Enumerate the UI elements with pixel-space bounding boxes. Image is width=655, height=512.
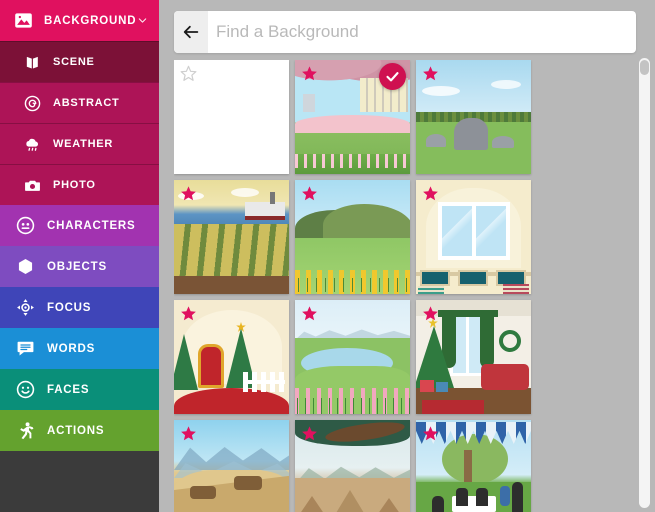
- star-icon[interactable]: [422, 425, 439, 442]
- sidebar-item-label: OBJECTS: [47, 260, 107, 273]
- background-tile-desert-dunes[interactable]: [174, 420, 289, 512]
- sidebar-item-label: ACTIONS: [47, 424, 105, 437]
- star-icon[interactable]: [422, 65, 439, 82]
- hexagon-icon: [18, 259, 33, 274]
- grid-scrollbar-track[interactable]: [639, 58, 650, 508]
- camera-icon: [25, 180, 40, 191]
- selected-check-badge: [379, 63, 406, 90]
- star-icon[interactable]: [301, 65, 318, 82]
- speech-bubble-icon: [17, 341, 34, 356]
- star-icon[interactable]: [180, 305, 197, 322]
- back-button[interactable]: [174, 11, 208, 53]
- sidebar-item-faces[interactable]: FACES: [0, 369, 159, 410]
- sidebar-item-scene[interactable]: SCENE: [0, 41, 159, 82]
- background-tile-blossom-city[interactable]: [295, 60, 410, 174]
- search-input[interactable]: [208, 11, 636, 53]
- grid-scrollbar-thumb[interactable]: [640, 60, 649, 75]
- background-grid: [174, 60, 648, 512]
- map-icon: [26, 56, 38, 69]
- sidebar-item-label: WORDS: [47, 342, 96, 355]
- star-icon[interactable]: [422, 185, 439, 202]
- star-icon[interactable]: [301, 305, 318, 322]
- background-tile-hills-yellow[interactable]: [295, 180, 410, 294]
- back-arrow-icon: [183, 25, 199, 39]
- star-icon[interactable]: [301, 425, 318, 442]
- background-picker-app: BACKGROUND SCENE ABSTRACT WEATHER PHOTO …: [0, 0, 655, 512]
- star-icon[interactable]: [180, 65, 197, 82]
- sidebar-item-weather[interactable]: WEATHER: [0, 123, 159, 164]
- sidebar-item-words[interactable]: WORDS: [0, 328, 159, 369]
- sidebar-item-label: PHOTO: [53, 179, 96, 191]
- chevron-down-icon[interactable]: [137, 15, 148, 26]
- sidebar: BACKGROUND SCENE ABSTRACT WEATHER PHOTO …: [0, 0, 159, 512]
- sidebar-item-label: SCENE: [53, 56, 95, 68]
- sidebar-item-actions[interactable]: ACTIONS: [0, 410, 159, 451]
- background-tile-riverboat-field[interactable]: [174, 180, 289, 294]
- sidebar-item-objects[interactable]: OBJECTS: [0, 246, 159, 287]
- check-icon: [386, 72, 399, 82]
- rain-cloud-icon: [26, 138, 39, 151]
- star-icon[interactable]: [301, 185, 318, 202]
- spiral-icon: [24, 95, 41, 111]
- sidebar-item-label: WEATHER: [53, 138, 114, 150]
- background-tile-blank[interactable]: [174, 60, 289, 174]
- target-move-icon: [17, 299, 34, 316]
- sidebar-item-abstract[interactable]: ABSTRACT: [0, 82, 159, 123]
- sidebar-item-label: FACES: [47, 383, 90, 396]
- sidebar-item-characters[interactable]: CHARACTERS: [0, 205, 159, 246]
- content-panel: [159, 0, 655, 512]
- sidebar-item-photo[interactable]: PHOTO: [0, 164, 159, 205]
- sidebar-header-label: BACKGROUND: [44, 14, 137, 27]
- face-circle-icon: [16, 216, 35, 235]
- sidebar-item-label: ABSTRACT: [53, 97, 120, 109]
- background-tile-lake-meadow[interactable]: [295, 300, 410, 414]
- background-tile-garden-party[interactable]: [416, 420, 531, 512]
- star-icon[interactable]: [180, 185, 197, 202]
- star-icon[interactable]: [180, 425, 197, 442]
- smiley-icon: [16, 380, 35, 399]
- background-tile-xmas-room[interactable]: [416, 300, 531, 414]
- background-tile-rocky-meadow[interactable]: [416, 60, 531, 174]
- background-tile-christmas-throne[interactable]: [174, 300, 289, 414]
- sidebar-item-label: FOCUS: [47, 301, 92, 314]
- background-tile-classroom-window[interactable]: [416, 180, 531, 294]
- search-bar: [174, 11, 636, 53]
- running-person-icon: [20, 422, 34, 440]
- image-icon: [15, 13, 32, 28]
- background-tile-camp-tents[interactable]: [295, 420, 410, 512]
- sidebar-item-focus[interactable]: FOCUS: [0, 287, 159, 328]
- star-icon[interactable]: [422, 305, 439, 322]
- background-grid-scroll[interactable]: [174, 60, 655, 512]
- sidebar-header-background[interactable]: BACKGROUND: [0, 0, 159, 41]
- sidebar-item-label: CHARACTERS: [47, 219, 136, 232]
